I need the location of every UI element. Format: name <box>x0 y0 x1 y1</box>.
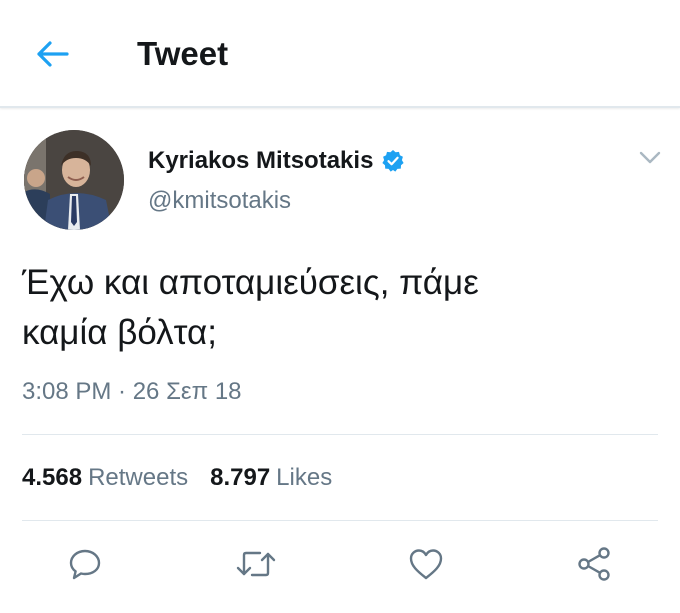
reply-button[interactable] <box>65 544 105 584</box>
avatar[interactable] <box>24 130 124 230</box>
likes-label: Likes <box>276 464 333 491</box>
more-options-button[interactable] <box>636 146 664 170</box>
like-button[interactable] <box>406 544 446 584</box>
heart-icon <box>409 549 443 580</box>
author-handle[interactable]: @kmitsotakis <box>148 186 291 216</box>
author-name-text: Kyriakos Mitsotakis <box>148 147 374 174</box>
share-button[interactable] <box>574 544 614 584</box>
retweets-stat[interactable]: 4.568 Retweets <box>22 462 188 494</box>
divider <box>22 520 658 521</box>
tweet-text: Έχω και αποταμιεύσεις, πάμε καμία βόλτα; <box>22 263 479 352</box>
reply-icon <box>69 549 101 580</box>
retweets-label: Retweets <box>88 464 189 491</box>
top-bar: Tweet <box>0 0 680 108</box>
verified-badge-icon <box>381 149 405 173</box>
author-name[interactable]: Kyriakos Mitsotakis <box>148 146 405 176</box>
engagement-stats: 4.568 Retweets 8.797 Likes <box>22 462 354 494</box>
avatar-image <box>24 130 124 230</box>
likes-stat[interactable]: 8.797 Likes <box>210 462 332 494</box>
retweet-icon <box>236 551 276 577</box>
retweets-count: 4.568 <box>22 464 83 491</box>
back-button[interactable] <box>30 34 74 74</box>
likes-count: 8.797 <box>210 464 271 491</box>
action-bar <box>0 538 680 590</box>
chevron-down-icon <box>639 151 661 164</box>
retweet-button[interactable] <box>236 544 276 584</box>
arrow-left-icon <box>37 41 69 67</box>
share-icon <box>578 547 610 581</box>
page-title: Tweet <box>137 35 229 72</box>
tweet-timestamp[interactable]: 3:08 PM · 26 Σεπ 18 <box>22 376 242 408</box>
divider <box>22 434 658 435</box>
